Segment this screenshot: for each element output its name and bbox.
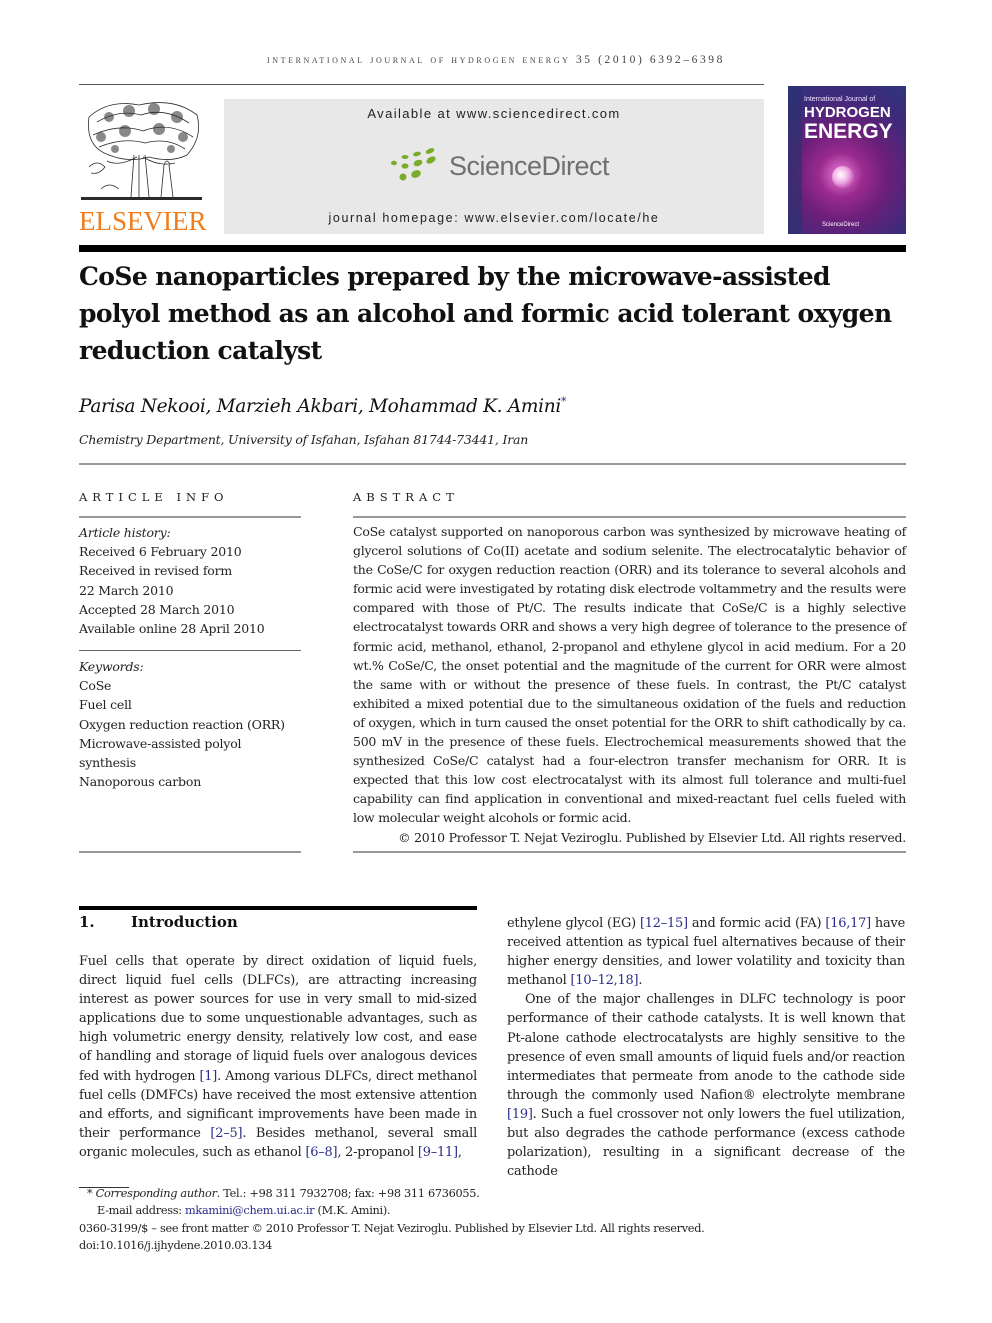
article-info-heading: ARTICLE INFO <box>79 490 229 504</box>
keyword: synthesis <box>79 755 137 771</box>
abstract: CoSe catalyst supported on nanoporous ca… <box>353 522 906 847</box>
keyword: Microwave-assisted polyol <box>79 735 242 751</box>
affiliation-rule <box>79 463 906 465</box>
history-item: Received 6 February 2010 <box>79 544 242 560</box>
elsevier-wordmark: ELSEVIER <box>79 206 207 236</box>
keywords: Keywords: CoSe Fuel cell Oxygen reductio… <box>79 657 301 791</box>
citation-link[interactable]: [19] <box>507 1107 533 1122</box>
text: and formic acid (FA) <box>687 916 826 931</box>
intro-paragraph: Fuel cells that operate by direct oxidat… <box>79 952 477 1162</box>
abstract-text: CoSe catalyst supported on nanoporous ca… <box>353 524 906 826</box>
sciencedirect-wordmark: ScienceDirect <box>449 151 610 181</box>
cover-sciencedirect: ScienceDirect <box>822 222 860 228</box>
issn-line: 0360-3199/$ – see front matter © 2010 Pr… <box>79 1221 705 1235</box>
cover-spine <box>788 86 802 234</box>
article-info-bottom-rule <box>79 851 301 853</box>
citation-link[interactable]: [16,17] <box>825 916 871 931</box>
footnotes: * Corresponding author. Tel.: +98 311 79… <box>79 1185 705 1254</box>
journal-homepage-link[interactable]: journal homepage: www.elsevier.com/locat… <box>224 211 764 225</box>
keyword: Fuel cell <box>79 697 132 713</box>
intro-paragraph: ethylene glycol (EG) [12–15] and formic … <box>507 914 905 990</box>
author-list: Parisa Nekooi, Marzieh Akbari, Mohammad … <box>79 395 567 418</box>
article-history: Article history: Received 6 February 201… <box>79 523 301 638</box>
sciencedirect-logo[interactable]: ScienceDirect <box>389 147 610 187</box>
article-title: CoSe nanoparticles prepared by the micro… <box>79 262 892 365</box>
citation-link[interactable]: [1] <box>199 1069 217 1084</box>
cover-journal-line: International Journal of <box>804 96 876 103</box>
section-heading-introduction: 1. Introduction <box>79 913 238 931</box>
history-item: Available online 28 April 2010 <box>79 621 265 637</box>
email-suffix: (M.K. Amini). <box>314 1204 391 1218</box>
section-rule <box>79 906 477 910</box>
article-info-rule <box>79 516 301 518</box>
section-number: 1. <box>79 913 95 931</box>
doi-link[interactable]: doi:10.1016/j.ijhydene.2010.03.134 <box>79 1237 704 1254</box>
authors: Parisa Nekooi, Marzieh Akbari, Mohammad … <box>79 396 561 418</box>
citation-link[interactable]: [2–5] <box>210 1126 242 1141</box>
corresponding-author-mark[interactable]: * <box>561 395 567 408</box>
abstract-bottom-rule <box>353 851 906 853</box>
intro-right-column: ethylene glycol (EG) [12–15] and formic … <box>507 914 905 1181</box>
citation-link[interactable]: [10–12,18] <box>571 973 639 988</box>
email-footnote: E-mail address: mkamini@chem.ui.ac.ir (M… <box>79 1202 704 1219</box>
citation-link[interactable]: [9–11] <box>418 1145 458 1160</box>
section-title: Introduction <box>131 913 238 931</box>
corresponding-label: Corresponding author <box>95 1187 217 1200</box>
cover-title-energy: ENERGY <box>804 120 893 143</box>
history-item: Accepted 28 March 2010 <box>79 601 235 617</box>
affiliation: Chemistry Department, University of Isfa… <box>79 432 529 447</box>
elsevier-tree-icon <box>81 102 202 200</box>
text: , 2-propanol <box>337 1144 418 1160</box>
keywords-label: Keywords: <box>79 659 144 674</box>
text: One of the major challenges in DLFC tech… <box>507 992 905 1103</box>
text: . <box>638 973 643 989</box>
abstract-heading: ABSTRACT <box>353 490 459 504</box>
text: . Such a fuel crossover not only lowers … <box>507 1106 905 1180</box>
text: Fuel cells that operate by direct oxidat… <box>79 954 477 1084</box>
intro-paragraph: One of the major challenges in DLFC tech… <box>507 990 905 1181</box>
sciencedirect-banner: Available at www.sciencedirect.com Scien… <box>224 99 764 234</box>
cover-orb-graphic <box>832 166 854 188</box>
article-history-label: Article history: <box>79 525 171 540</box>
intro-left-column: Fuel cells that operate by direct oxidat… <box>79 952 477 1162</box>
keyword: Nanoporous carbon <box>79 774 202 790</box>
elsevier-logo[interactable]: ELSEVIER <box>79 97 207 237</box>
text: , <box>457 1144 462 1160</box>
available-at-link[interactable]: Available at www.sciencedirect.com <box>224 106 764 121</box>
history-item: 22 March 2010 <box>79 582 174 598</box>
keywords-rule <box>79 650 301 651</box>
header-rule <box>79 84 764 85</box>
text: ethylene glycol (EG) <box>507 916 640 931</box>
abstract-rule <box>353 516 906 518</box>
running-head: INTERNATIONAL JOURNAL OF HYDROGEN ENERGY… <box>266 54 726 66</box>
cover-title-hydrogen: HYDROGEN <box>804 104 891 121</box>
journal-cover[interactable]: International Journal of HYDROGEN ENERGY… <box>788 86 906 234</box>
footnote-mark: * <box>87 1187 93 1200</box>
citation-link[interactable]: [6–8] <box>305 1145 337 1160</box>
citation-link[interactable]: [12–15] <box>640 916 688 931</box>
abstract-copyright: © 2010 Professor T. Nejat Veziroglu. Pub… <box>398 829 906 845</box>
masthead-rule <box>79 245 906 252</box>
email-link[interactable]: mkamini@chem.ui.ac.ir <box>185 1204 315 1217</box>
keyword: CoSe <box>79 678 112 694</box>
email-label: E-mail address: <box>97 1204 186 1218</box>
corresponding-footnote: * Corresponding author. Tel.: +98 311 79… <box>79 1185 704 1202</box>
keyword: Oxygen reduction reaction (ORR) <box>79 716 285 732</box>
contact-info: . Tel.: +98 311 7932708; fax: +98 311 67… <box>216 1187 480 1200</box>
sciencedirect-dots-icon <box>391 148 436 181</box>
history-item: Received in revised form <box>79 563 233 579</box>
